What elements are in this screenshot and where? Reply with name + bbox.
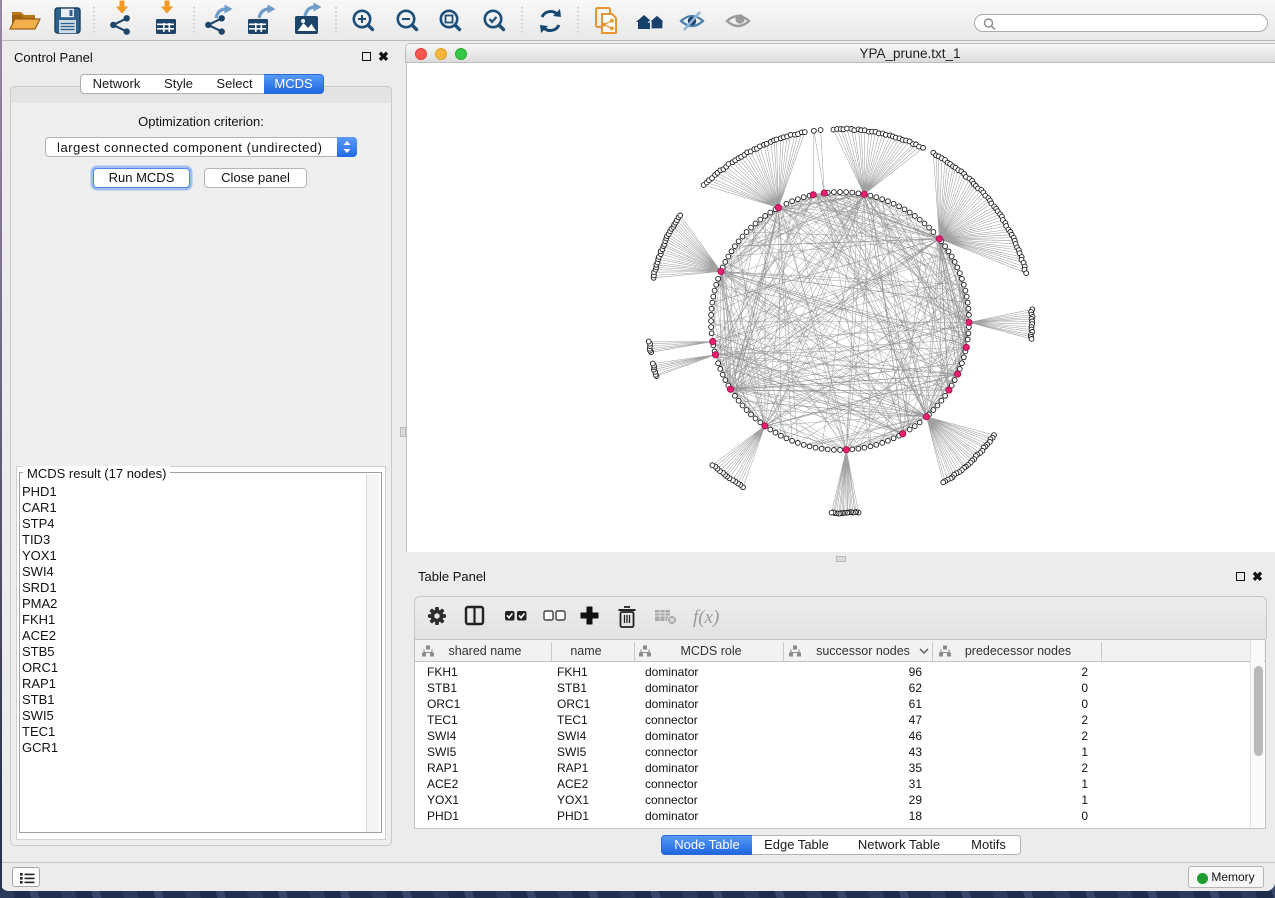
svg-text:f(x): f(x) — [693, 607, 719, 628]
